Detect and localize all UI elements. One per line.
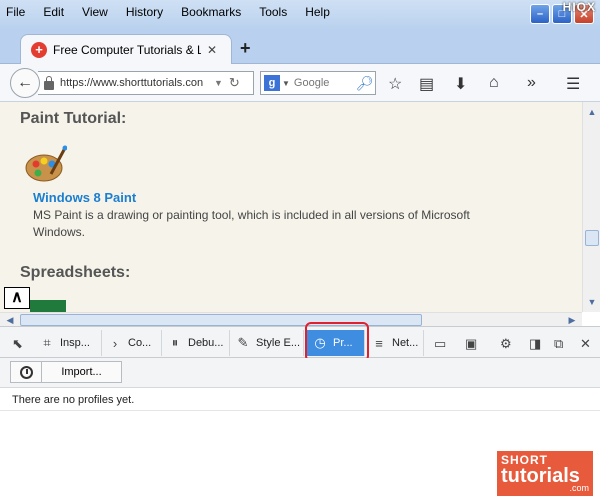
vertical-scrollbar[interactable]: ▲ ▼ [582,102,600,312]
record-profile-button[interactable] [10,361,42,383]
tab-strip: + Free Computer Tutorials & Le... ✕ + [0,30,600,65]
inspector-icon: ⌗ [43,335,51,350]
favicon-icon: + [31,42,47,58]
excel-icon [30,300,66,312]
stopwatch-icon [19,365,33,379]
home-icon[interactable]: ⌂ [489,74,499,92]
new-tab-button[interactable]: + [240,38,251,59]
tab-debugger[interactable]: ⏸ Debu... [162,330,230,356]
url-bar[interactable]: https://www.shorttutorials.con ▼ ↻ [38,71,254,95]
menu-help[interactable]: Help [305,5,330,19]
google-icon[interactable]: g [264,75,280,91]
menu-bookmarks[interactable]: Bookmarks [181,5,241,19]
downloads-icon[interactable]: ⬇ [454,74,467,94]
search-icon[interactable]: 🔎︎ [356,75,374,92]
devtools-toolbar: ⬉ ⌗ Insp... › Co... ⏸ Debu... ✎ Style E.… [0,326,600,358]
menu-edit[interactable]: Edit [43,5,64,19]
menu-hamburger-icon[interactable]: ☰ [566,74,580,94]
scroll-up-arrow-icon[interactable]: ▲ [584,104,600,120]
title-bar: File Edit View History Bookmarks Tools H… [0,0,600,30]
pick-element-icon[interactable]: ⬉ [12,336,23,352]
tab-network[interactable]: ≡ Net... [366,330,424,356]
scroll-down-arrow-icon[interactable]: ▼ [584,294,600,310]
tab-inspector[interactable]: ⌗ Insp... [34,330,102,356]
url-dropdown-icon[interactable]: ▼ [214,78,223,88]
no-profiles-message: There are no profiles yet. [12,394,135,406]
panel-divider [0,410,600,411]
bookmark-star-icon[interactable]: ☆ [388,74,402,94]
split-console-icon[interactable]: ▭ [434,336,446,352]
tab-console[interactable]: › Co... [102,330,162,356]
tab-close-icon[interactable]: ✕ [207,43,217,57]
tab-style-editor[interactable]: ✎ Style E... [230,330,304,356]
console-icon: › [112,335,118,351]
navigation-toolbar: https://www.shorttutorials.con ▼ ↻ ← g ▼… [0,64,600,102]
browser-tab[interactable]: + Free Computer Tutorials & Le... ✕ [20,34,232,65]
tab-console-label: Co... [128,337,152,349]
vertical-scroll-thumb[interactable] [585,230,599,246]
reload-icon[interactable]: ↻ [229,75,240,91]
responsive-design-icon[interactable]: ▣ [465,336,477,352]
profiler-tab-highlight [305,322,369,362]
profiler-toolbar: Import... [0,358,600,388]
link-windows-8-paint[interactable]: Windows 8 Paint [33,190,136,205]
tab-debugger-label: Debu... [188,337,224,349]
network-icon: ≡ [375,335,383,351]
tab-inspector-label: Insp... [60,337,90,349]
import-button[interactable]: Import... [42,361,122,383]
search-input[interactable] [293,77,356,89]
heading-spreadsheets: Spreadsheets: [20,264,131,281]
paint-palette-icon [25,145,67,182]
paint-description: MS Paint is a drawing or painting tool, … [33,208,470,239]
minimize-button[interactable]: – [530,4,550,24]
horizontal-scrollbar[interactable]: ◀ ▶ [0,312,582,326]
heading-paint-tutorial: Paint Tutorial: [20,110,127,127]
tab-title: Free Computer Tutorials & Le... [53,43,201,57]
scroll-to-top-button[interactable]: ∧ [4,287,30,309]
overflow-chevron-icon[interactable]: » [527,74,536,92]
search-box[interactable]: g ▼ 🔎︎ [260,71,376,95]
lock-icon [44,75,54,90]
reading-list-icon[interactable]: ▤ [419,74,434,94]
url-text[interactable]: https://www.shorttutorials.con [60,77,210,89]
tab-network-label: Net... [392,337,419,349]
brand-watermark: HIOX [562,0,596,14]
settings-gear-icon[interactable]: ⚙ [500,336,512,352]
menu-view[interactable]: View [82,5,108,19]
shorttutorials-logo: SHORT tutorials .com [497,451,593,496]
page-content: Paint Tutorial: Windows 8 Paint MS Paint… [0,102,582,312]
tab-style-editor-label: Style E... [256,337,301,349]
undock-window-icon[interactable]: ⧉ [554,336,563,352]
back-arrow-icon: ← [17,74,33,91]
search-engine-dropdown-icon[interactable]: ▼ [282,79,290,88]
style-editor-icon: ✎ [237,335,249,350]
back-button[interactable]: ← [10,68,40,98]
menu-bar: File Edit View History Bookmarks Tools H… [6,5,348,19]
close-devtools-icon[interactable]: ✕ [580,336,591,352]
dock-side-icon[interactable]: ◨ [529,336,541,352]
menu-history[interactable]: History [126,5,163,19]
debugger-icon: ⏸ [171,335,179,350]
menu-tools[interactable]: Tools [259,5,287,19]
menu-file[interactable]: File [6,5,25,19]
